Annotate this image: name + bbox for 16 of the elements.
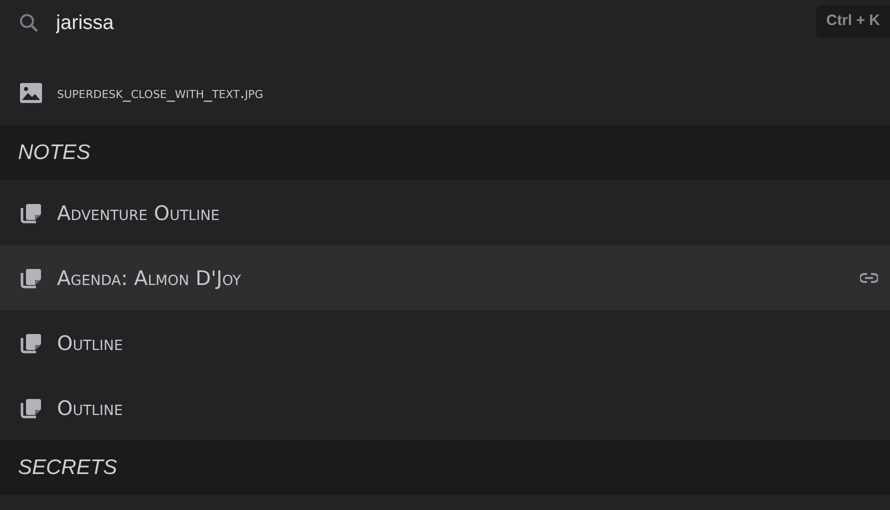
item-title: Outline xyxy=(57,394,124,422)
item-title: superdesk_close_with_text.jpg xyxy=(57,82,264,104)
notes-icon xyxy=(20,332,42,354)
shortcut-hint: Ctrl + K xyxy=(816,5,890,38)
search-icon xyxy=(19,12,39,32)
item-title: Adventure Outline xyxy=(57,200,221,226)
notes-icon xyxy=(20,202,42,224)
item-title: Outline xyxy=(57,330,124,356)
result-item[interactable]: Agenda: Almon D'Joy xyxy=(0,245,890,310)
link-icon[interactable] xyxy=(860,272,878,282)
notes-icon xyxy=(20,396,42,418)
image-icon xyxy=(20,82,42,102)
item-title: Agenda: Almon D'Joy xyxy=(57,264,242,292)
section-header: NOTES xyxy=(0,125,890,180)
section-header: SECRETS xyxy=(0,440,890,495)
notes-icon xyxy=(20,266,42,288)
